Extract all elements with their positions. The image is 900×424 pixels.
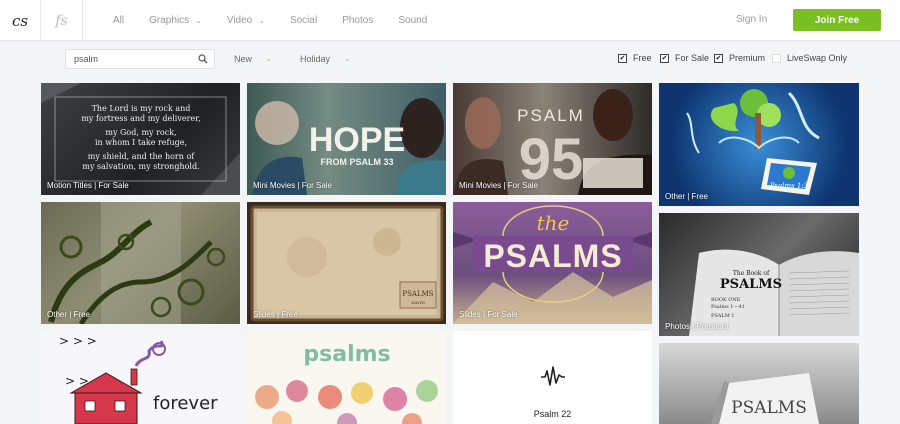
top-nav: cs fs All Graphics ⌄ Video ⌄ Social Photos…	[0, 0, 900, 41]
tile-caption: Slides | For Sale	[459, 310, 518, 319]
tile-caption: Slides | Free	[253, 310, 298, 319]
verse-line: The Lord is my rock and	[92, 104, 191, 113]
tile-thumbnail: The Book of PSALMS BOOK ONE Psalms 1—41 …	[689, 249, 859, 336]
book-name: PSALMS	[720, 277, 782, 292]
nav-item-label: Sound	[398, 15, 428, 26]
svg-text:> > >: > > >	[59, 334, 97, 348]
tile-thumbnail: The Lord is my rock and my fortress and …	[41, 83, 240, 195]
tile-text: forever	[153, 393, 218, 414]
chevron-down-icon: ⌄	[344, 56, 350, 63]
result-tile[interactable]: Psalms 1:3 Other | Free	[659, 83, 859, 206]
topic-dropdown[interactable]: Holiday ⌄	[300, 54, 350, 64]
checkbox-label: Free	[633, 53, 652, 63]
verse-line: my salvation, my stronghold.	[82, 162, 199, 171]
tile-thumbnail: Psalms 1:3	[686, 89, 820, 195]
checkbox-checked-icon: ✔	[660, 53, 669, 63]
tile-title: PSALMS	[731, 398, 807, 418]
tile-text: psalms	[303, 342, 390, 367]
result-tile[interactable]: > > > > > forever	[41, 331, 240, 424]
checkbox-label: For Sale	[675, 53, 710, 63]
result-tile[interactable]: The Lord is my rock and my fortress and …	[41, 83, 240, 195]
nav-item-label: Graphics	[149, 15, 190, 26]
tile-caption: Psalm 22	[533, 409, 572, 419]
nav-item-label: Social	[289, 15, 318, 26]
tile-thumbnail: psalms	[255, 342, 438, 424]
nav-links: All Graphics ⌄ Video ⌄ Social Photos Sound	[113, 0, 452, 41]
tile-title: HOPE	[309, 121, 405, 159]
tile-label: PSALMS	[402, 290, 433, 298]
verse-line: my fortress and my deliverer,	[81, 114, 200, 123]
checkbox-label: Premium	[729, 53, 766, 63]
tile-caption: Photos | Premium	[665, 322, 729, 331]
result-tile[interactable]: The Book of PSALMS BOOK ONE Psalms 1—41 …	[659, 213, 859, 336]
result-tile[interactable]: psalms	[247, 331, 446, 424]
nav-item-photos[interactable]: Photos	[342, 15, 373, 26]
nav-item-all[interactable]: All	[113, 15, 124, 26]
tile-caption: Other | Free	[665, 192, 708, 201]
tile-subtitle: FROM PSALM 33	[320, 157, 393, 167]
search-box[interactable]	[65, 49, 215, 69]
verse-line: my shield, and the horn of	[88, 152, 196, 161]
tile-thumbnail	[48, 202, 226, 324]
tile-thumbnail: the PSALMS	[453, 205, 652, 324]
search-input[interactable]	[74, 54, 194, 64]
nav-item-video[interactable]: Video ⌄	[227, 15, 265, 26]
book-range: Psalms 1—41	[711, 304, 745, 310]
verse-line: my God, my rock,	[105, 128, 176, 137]
nav-item-sound[interactable]: Sound	[398, 15, 427, 26]
join-free-button[interactable]: Join Free	[793, 9, 881, 31]
sub-brand-logo-text: fs	[55, 12, 68, 29]
nav-item-label: All	[113, 15, 125, 26]
tile-caption: Motion Titles | For Sale	[47, 181, 129, 190]
nav-item-graphics[interactable]: Graphics ⌄	[149, 15, 202, 26]
filter-bar: New ⌄ Holiday ⌄ ✔ Free ✔ For Sale ✔ Premium L…	[0, 41, 900, 77]
brand-logo[interactable]: cs	[0, 0, 41, 41]
result-tile[interactable]: Other | Free	[41, 202, 240, 324]
nav-item-label: Video	[226, 15, 253, 26]
tile-script: the	[537, 211, 570, 235]
result-tile[interactable]: PSALMS	[659, 343, 859, 424]
verse-line: in whom I take refuge,	[95, 138, 187, 147]
checkbox-checked-icon: ✔	[618, 53, 627, 63]
tile-caption: Other | Free	[47, 310, 90, 319]
tile-sublabel: DAVID	[411, 300, 425, 305]
nav-item-label: Photos	[342, 15, 374, 26]
checkbox-label: LiveSwap Only	[787, 53, 848, 63]
result-tile[interactable]: Psalm 22	[453, 331, 652, 424]
filter-liveswap-checkbox[interactable]: LiveSwap Only	[772, 53, 847, 63]
chevron-down-icon: ⌄	[266, 56, 272, 63]
chevron-down-icon: ⌄	[258, 16, 265, 25]
search-icon[interactable]	[198, 54, 208, 64]
sort-dropdown[interactable]: New ⌄	[234, 54, 272, 64]
topic-dropdown-value: Holiday	[300, 54, 331, 64]
book-title: The Book of	[733, 270, 770, 277]
brand-logo-text: cs	[11, 11, 29, 30]
tile-caption: Mini Movies | For Sale	[253, 181, 332, 190]
result-tile[interactable]: PSALMS DAVID Slides | Free	[247, 202, 446, 324]
tile-caption: Mini Movies | For Sale	[459, 181, 538, 190]
result-tile[interactable]: the PSALMS Slides | For Sale	[453, 202, 652, 324]
tile-thumbnail: HOPE FROM PSALM 33	[252, 98, 446, 195]
filter-premium-checkbox[interactable]: ✔ Premium	[714, 53, 765, 63]
tile-label: Psalms 1:3	[769, 182, 809, 190]
checkbox-checked-icon: ✔	[714, 53, 723, 63]
chevron-down-icon: ⌄	[195, 16, 202, 25]
sub-brand-logo[interactable]: fs	[41, 0, 83, 41]
result-tile[interactable]: PSALM 95 Mini Movies | For Sale	[453, 83, 652, 195]
nav-item-social[interactable]: Social	[290, 15, 317, 26]
book-psalm: PSALM 1	[711, 313, 735, 319]
tile-thumbnail: PSALMS DAVID	[250, 205, 444, 322]
tile-title: PSALMS	[483, 238, 622, 274]
tile-thumbnail: > > > > > forever	[59, 334, 218, 424]
tile-thumbnail: PSALM 95	[453, 89, 652, 195]
sign-in-link[interactable]: Sign In	[736, 14, 767, 25]
filter-free-checkbox[interactable]: ✔ Free	[618, 53, 652, 63]
filter-for-sale-checkbox[interactable]: ✔ For Sale	[660, 53, 709, 63]
tile-thumbnail: PSALMS	[711, 373, 819, 424]
result-tile[interactable]: HOPE FROM PSALM 33 Mini Movies | For Sal…	[247, 83, 446, 195]
tile-title: PSALM	[517, 106, 585, 125]
book-one: BOOK ONE	[711, 297, 741, 303]
checkbox-unchecked-icon	[772, 53, 781, 63]
sort-dropdown-value: New	[234, 54, 253, 64]
